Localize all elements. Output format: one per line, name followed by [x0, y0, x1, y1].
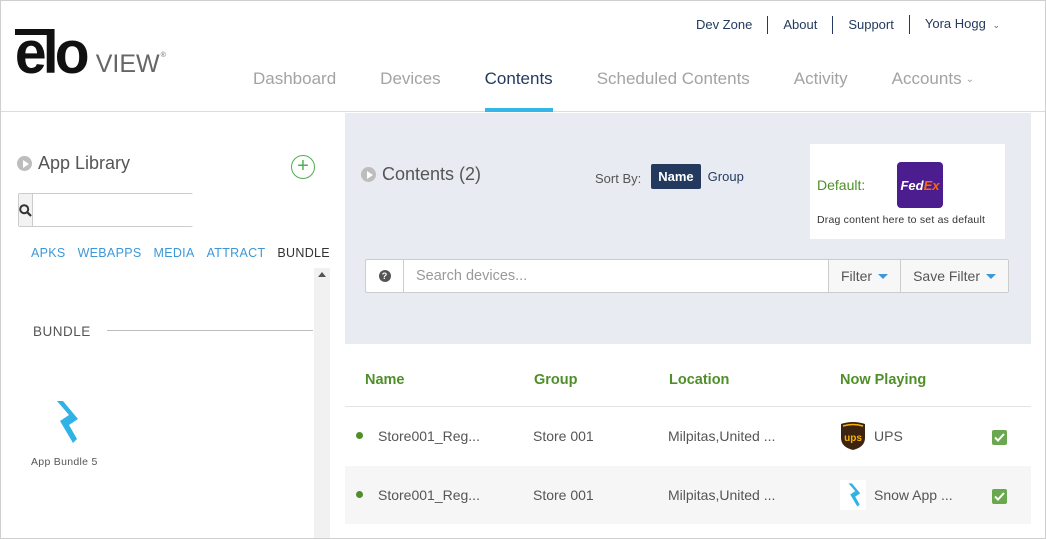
column-header-group[interactable]: Group — [534, 372, 578, 388]
logo-sub: VIEW — [95, 50, 160, 78]
contents-title-label: Contents (2) — [382, 164, 482, 184]
now-playing: Snow App ... — [840, 480, 953, 510]
library-tab-bundle[interactable]: BUNDLE — [277, 246, 330, 260]
chevron-down-icon: ⌄ — [965, 74, 974, 85]
bundle-section-title: BUNDLE — [33, 324, 91, 339]
tab-accounts[interactable]: Accounts ⌄ — [870, 69, 996, 112]
tab-label: Contents — [484, 69, 553, 88]
elo-view-logo[interactable]: elo VIEW ® — [13, 19, 166, 86]
table-row[interactable]: Store001_Reg... Store 001 Milpitas,Unite… — [345, 407, 1031, 465]
save-filter-label: Save Filter — [913, 268, 980, 284]
row-checkbox[interactable] — [992, 430, 1007, 445]
chevron-down-icon: ⌄ — [992, 20, 1000, 30]
fedex-icon: Fed Ex — [897, 162, 943, 208]
device-location: Milpitas,United ... — [668, 487, 776, 503]
tab-dashboard[interactable]: Dashboard — [231, 69, 358, 112]
search-devices-input[interactable] — [404, 260, 828, 292]
library-scrollbar[interactable] — [314, 268, 330, 538]
app-library-label: App Library — [38, 153, 131, 173]
now-playing-label: Snow App ... — [874, 487, 953, 503]
tab-label: Dashboard — [253, 69, 337, 88]
now-playing-label: UPS — [874, 428, 903, 444]
dev-zone-link[interactable]: Dev Zone — [681, 16, 767, 34]
now-playing: ups UPS — [840, 421, 903, 451]
app-library-title[interactable]: App Library — [17, 153, 130, 174]
device-group: Store 001 — [533, 428, 594, 444]
tab-label: Devices — [380, 69, 441, 88]
default-content-dropzone[interactable]: Default: Fed Ex Drag content here to set … — [810, 144, 1005, 239]
svg-text:ups: ups — [844, 433, 862, 444]
device-location: Milpitas,United ... — [668, 428, 776, 444]
scroll-up-icon[interactable] — [318, 272, 326, 277]
contents-title[interactable]: Contents (2) — [361, 164, 481, 185]
tab-activity[interactable]: Activity — [772, 69, 870, 112]
app-window: elo VIEW ® Dev Zone About Support Yora H… — [0, 0, 1046, 539]
filter-button[interactable]: Filter — [827, 260, 901, 292]
tab-label: Scheduled Contents — [596, 69, 750, 88]
row-checkbox[interactable] — [992, 489, 1007, 504]
default-hint: Drag content here to set as default — [817, 214, 986, 226]
fedex-fed-text: Fed — [900, 177, 924, 193]
filter-label: Filter — [840, 268, 873, 284]
column-header-name[interactable]: Name — [365, 372, 405, 388]
status-online-icon — [356, 491, 363, 498]
library-tab-apks[interactable]: APKS — [31, 246, 66, 260]
library-search — [18, 193, 222, 227]
sort-name-button[interactable]: Name — [651, 164, 701, 189]
play-circle-icon — [361, 167, 376, 182]
library-tab-webapps[interactable]: WEBAPPS — [78, 246, 142, 260]
column-header-location[interactable]: Location — [669, 372, 729, 388]
library-item-label: App Bundle 5 — [31, 456, 98, 468]
table-row[interactable]: Store001_Reg... Store 001 Milpitas,Unite… — [345, 466, 1031, 524]
contents-toolbar: Contents (2) Sort By: Name Group Default… — [345, 113, 1031, 344]
sort-by-label: Sort By: — [595, 170, 642, 186]
ups-icon: ups — [840, 421, 866, 451]
column-header-now-playing[interactable]: Now Playing — [840, 372, 926, 388]
device-name: Store001_Reg... — [378, 487, 480, 503]
caret-down-icon — [986, 273, 996, 279]
logo-main: elo — [14, 19, 90, 86]
default-label: Default: — [817, 177, 866, 193]
tab-scheduled-contents[interactable]: Scheduled Contents — [575, 69, 772, 112]
bundle-app-icon — [57, 401, 78, 443]
user-menu[interactable]: Yora Hogg ⌄ — [908, 15, 1015, 34]
support-link[interactable]: Support — [832, 15, 909, 34]
tab-devices[interactable]: Devices — [358, 69, 462, 112]
question-icon: ? — [378, 270, 391, 282]
tab-label: Accounts — [891, 69, 962, 88]
add-app-button[interactable]: + — [291, 155, 315, 179]
app-library-sidebar: App Library + APKS WEBAPPS MEDIA ATTRACT… — [1, 113, 344, 538]
top-links: Dev Zone About Support Yora Hogg ⌄ — [681, 15, 1015, 34]
library-tab-attract[interactable]: ATTRACT — [207, 246, 266, 260]
table-header: Name Group Location Now Playing — [345, 344, 1031, 407]
section-divider — [107, 330, 313, 331]
library-tab-media[interactable]: MEDIA — [154, 246, 195, 260]
user-name: Yora Hogg — [924, 16, 986, 31]
save-filter-button[interactable]: Save Filter — [900, 260, 1008, 292]
caret-down-icon — [878, 273, 889, 279]
about-link[interactable]: About — [767, 15, 832, 34]
library-item[interactable]: App Bundle 5 — [31, 399, 111, 468]
sort-group-button[interactable]: Group — [701, 164, 751, 189]
search-icon[interactable] — [19, 194, 33, 226]
help-button[interactable]: ? — [366, 260, 404, 292]
tab-label: Activity — [793, 69, 848, 88]
device-group: Store 001 — [533, 487, 594, 503]
library-search-input[interactable] — [33, 194, 222, 226]
device-name: Store001_Reg... — [378, 428, 480, 444]
logo-tm: ® — [160, 52, 166, 59]
header: elo VIEW ® Dev Zone About Support Yora H… — [1, 1, 1045, 112]
play-circle-icon — [17, 156, 32, 171]
tab-contents[interactable]: Contents — [463, 69, 575, 112]
status-online-icon — [356, 432, 363, 439]
device-filter-bar: ? Filter Save Filter — [365, 259, 1009, 293]
library-tabs: APKS WEBAPPS MEDIA ATTRACT BUNDLE — [31, 246, 330, 260]
snow-app-icon — [840, 480, 866, 510]
main-nav: Dashboard Devices Contents Scheduled Con… — [231, 69, 996, 112]
contents-panel: Contents (2) Sort By: Name Group Default… — [345, 113, 1031, 538]
fedex-ex-text: Ex — [923, 177, 940, 193]
sort-by: Sort By: Name Group — [595, 164, 751, 189]
plus-icon: + — [297, 155, 309, 177]
